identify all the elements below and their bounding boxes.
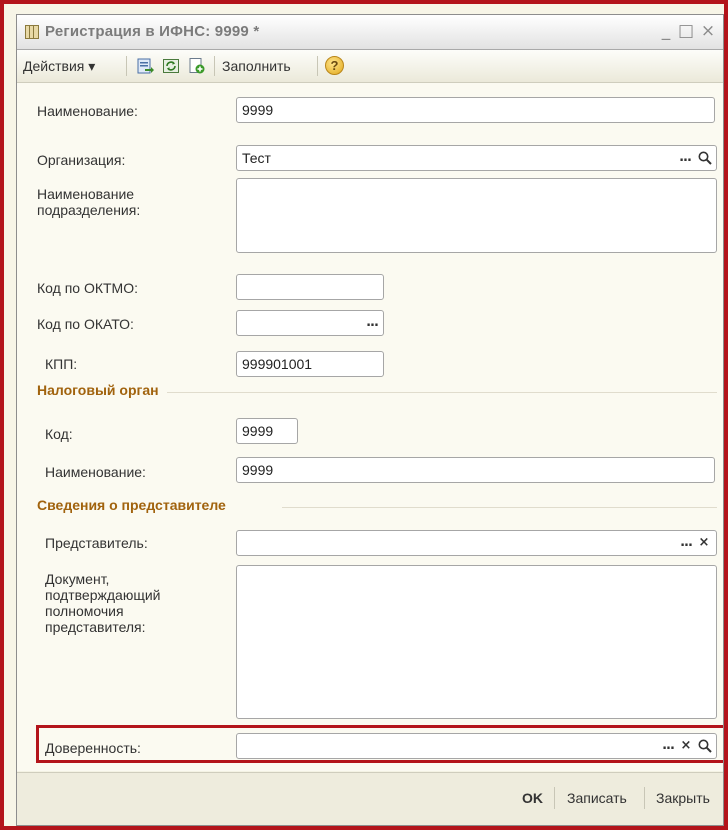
section-divider (167, 392, 717, 393)
subdivision-label-line2: подразделения: (37, 202, 141, 218)
organization-label: Организация: (37, 152, 126, 168)
representative-input[interactable]: ... × (236, 530, 717, 556)
screenshot-frame: Регистрация в ИФНС: 9999 * _ □ × Действи… (0, 0, 728, 830)
form-body: Наименование: 9999 Организация: Тест ...… (17, 83, 723, 771)
okato-input[interactable]: ... (236, 310, 384, 336)
kpp-input[interactable]: 999901001 (236, 351, 384, 377)
tax-name-value: 9999 (242, 462, 274, 478)
post-document-icon[interactable] (136, 57, 154, 75)
name-value: 9999 (242, 102, 274, 118)
organization-value: Тест (242, 150, 271, 166)
actions-menu-button[interactable]: Действия ▾ (23, 58, 95, 75)
window-title: Регистрация в ИФНС: 9999 * (45, 23, 260, 40)
maximize-button[interactable]: □ (677, 22, 695, 40)
document-label-line1: Документ, (45, 571, 110, 587)
subdivision-label-line1: Наименование (37, 186, 135, 202)
okato-label: Код по ОКАТО: (37, 316, 134, 332)
highlight-annotation (36, 725, 723, 763)
fill-button[interactable]: Заполнить (222, 58, 291, 74)
name-label: Наименование: (37, 103, 138, 119)
subdivision-textarea[interactable] (236, 178, 717, 253)
tax-name-label: Наименование: (45, 464, 146, 480)
document-textarea[interactable] (236, 565, 717, 719)
representative-select-button[interactable]: ... (676, 532, 696, 554)
document-label-line2: подтверждающий (45, 587, 161, 603)
kpp-label: КПП: (45, 356, 78, 372)
section-divider (282, 507, 717, 508)
ok-button[interactable]: OK (522, 790, 543, 806)
document-label-line4: представителя: (45, 619, 146, 635)
tax-code-label: Код: (45, 426, 73, 442)
title-bar: Регистрация в ИФНС: 9999 * _ □ × (17, 15, 723, 50)
kpp-value: 999901001 (242, 356, 313, 372)
oktmo-input[interactable] (236, 274, 384, 300)
help-button[interactable]: ? (325, 56, 344, 75)
help-icon: ? (330, 58, 339, 73)
toolbar-separator (317, 56, 318, 76)
new-copy-icon[interactable] (188, 57, 206, 75)
okato-select-button[interactable]: ... (362, 312, 382, 334)
oktmo-label: Код по ОКТМО: (37, 280, 138, 296)
toolbar: Действия ▾ Заполнить ? (17, 50, 723, 83)
footer-bar: OK Записать Закрыть (17, 772, 723, 825)
name-input[interactable]: 9999 (236, 97, 715, 123)
representative-clear-button[interactable]: × (694, 532, 714, 554)
document-label-line3: полномочия (45, 603, 124, 619)
close-button[interactable]: Закрыть (656, 790, 710, 806)
refresh-icon[interactable] (162, 57, 180, 75)
representative-section-title: Сведения о представителе (37, 497, 226, 513)
tax-code-value: 9999 (242, 423, 274, 439)
tax-code-input[interactable]: 9999 (236, 418, 298, 444)
form-icon (25, 25, 39, 39)
organization-select-button[interactable]: ... (675, 147, 695, 169)
tax-authority-section-title: Налоговый орган (37, 382, 159, 398)
organization-input[interactable]: Тест ... (236, 145, 717, 171)
minimize-button[interactable]: _ (657, 22, 675, 40)
tax-name-input[interactable]: 9999 (236, 457, 715, 483)
toolbar-separator (126, 56, 127, 76)
close-window-button[interactable]: × (699, 22, 717, 40)
save-button[interactable]: Записать (567, 790, 627, 806)
form-window: Регистрация в ИФНС: 9999 * _ □ × Действи… (16, 14, 724, 826)
organization-open-icon[interactable] (697, 150, 713, 166)
toolbar-separator (214, 56, 215, 76)
footer-separator (554, 787, 555, 809)
representative-label: Представитель: (45, 535, 148, 551)
footer-separator (644, 787, 645, 809)
